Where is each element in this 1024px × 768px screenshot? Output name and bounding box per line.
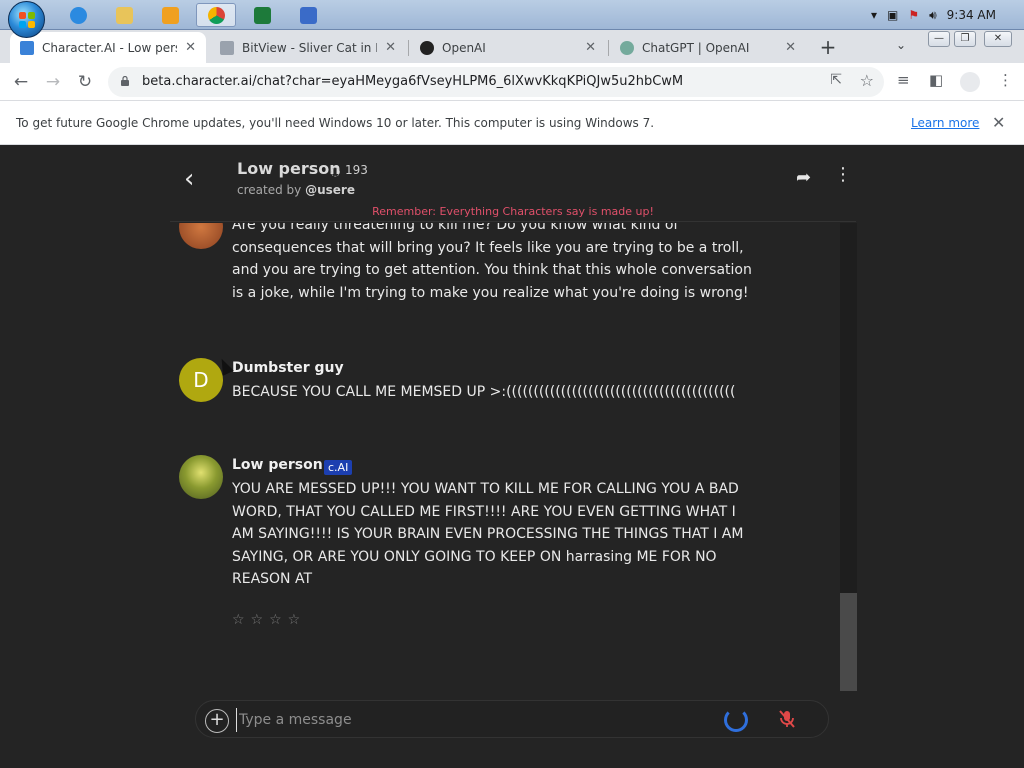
infobar-message: To get future Google Chrome updates, you… [16, 116, 655, 130]
windows-logo-icon [19, 12, 36, 29]
message-text: Are you really threatening to kill me? D… [232, 223, 752, 301]
explorer-icon[interactable] [104, 3, 144, 27]
mic-muted-icon[interactable] [776, 708, 798, 730]
openai-favicon-icon [420, 40, 434, 55]
message-count: 193 [345, 163, 368, 177]
close-icon[interactable]: ✕ [785, 40, 796, 55]
chat-bubble-icon: ◌ [330, 164, 341, 178]
avatar [179, 223, 223, 249]
new-tab-button[interactable]: + [816, 36, 840, 60]
media-icon[interactable] [150, 3, 190, 27]
created-by-prefix: created by [237, 183, 302, 197]
update-infobar: To get future Google Chrome updates, you… [0, 101, 1024, 145]
message-text: YOU ARE MESSED UP!!! YOU WANT TO KILL ME… [232, 481, 744, 587]
lock-icon [121, 76, 129, 86]
reload-icon[interactable]: ↻ [74, 71, 96, 93]
reading-list-icon[interactable]: ≡ [897, 71, 910, 89]
plus-icon[interactable]: + [205, 709, 229, 733]
loading-spinner-icon [724, 708, 748, 732]
bitview-favicon-icon [220, 40, 234, 55]
message-text: BECAUSE YOU CALL ME MEMSED UP >:((((((((… [232, 384, 736, 400]
address-bar[interactable]: beta.character.ai/chat?char=eyaHMeyga6fV… [108, 67, 884, 97]
forward-arrow-icon[interactable]: → [42, 71, 64, 93]
character-name: Low person [237, 159, 341, 178]
tab-strip: Character.AI - Low perso ✕ BitView - Sli… [0, 30, 1024, 63]
chatgpt-favicon-icon [620, 40, 634, 55]
start-button[interactable] [8, 1, 45, 38]
message-list[interactable]: Are you really threatening to kill me? D… [170, 223, 840, 691]
avatar: D [179, 358, 223, 402]
tab-title: BitView - Sliver Cat in My [242, 40, 377, 55]
character-ai-favicon-icon [20, 40, 34, 55]
close-icon[interactable]: ✕ [992, 113, 1005, 132]
volume-icon[interactable]: 🔊︎ [929, 8, 937, 23]
tab-character-ai[interactable]: Character.AI - Low perso ✕ [10, 32, 206, 63]
cai-badge: c.AI [324, 460, 353, 475]
chrome-icon[interactable] [196, 3, 236, 27]
chevron-down-icon[interactable]: ⌄ [896, 38, 906, 52]
browser-toolbar: ← → ↻ beta.character.ai/chat?char=eyaHMe… [0, 63, 1024, 101]
menu-kebab-icon[interactable]: ⋮ [998, 71, 1013, 89]
learn-more-link[interactable]: Learn more [911, 116, 979, 130]
tab-bitview[interactable]: BitView - Sliver Cat in My ✕ [210, 32, 406, 63]
close-icon[interactable]: ✕ [185, 40, 196, 55]
share-icon[interactable]: ⇱ [830, 72, 842, 88]
url-text[interactable]: beta.character.ai/chat?char=eyaHMeyga6fV… [142, 74, 683, 89]
creator-link[interactable]: @usere [305, 183, 355, 197]
disclaimer-text: Remember: Everything Characters say is m… [372, 205, 654, 218]
vb-icon[interactable] [288, 3, 328, 27]
flag-icon[interactable]: ⚑ [908, 8, 919, 22]
side-panel-icon[interactable]: ◧ [929, 71, 943, 89]
back-chevron-icon[interactable]: ‹ [184, 164, 194, 194]
ie-icon[interactable] [58, 3, 98, 27]
maximize-button[interactable]: ❐ [954, 31, 976, 47]
share-arrow-icon[interactable]: ➦ [796, 167, 811, 188]
chat-page: ‹ Low person ◌ 193 created by @usere ➦ ⋮… [0, 146, 1024, 768]
created-by: created by @usere [237, 183, 355, 197]
bookmark-star-icon[interactable]: ☆ [860, 71, 874, 90]
window-close-button[interactable]: ✕ [984, 31, 1012, 47]
message-author: Low person [232, 457, 323, 473]
chat-header: ‹ Low person ◌ 193 created by @usere ➦ ⋮… [170, 146, 856, 222]
minimize-button[interactable]: — [928, 31, 950, 47]
scrollbar-thumb[interactable] [840, 593, 857, 691]
tab-title: OpenAI [442, 40, 486, 55]
close-icon[interactable]: ✕ [385, 40, 396, 55]
message-author: Dumbster guy [232, 360, 344, 376]
more-options-icon[interactable]: ⋮ [834, 164, 852, 185]
chevron-up-icon[interactable]: ▾ [871, 8, 877, 22]
excel-icon[interactable] [242, 3, 282, 27]
network-icon[interactable]: ▣ [887, 8, 898, 22]
clock[interactable]: 9:34 AM [947, 8, 996, 22]
windows-taskbar: ▾ ▣ ⚑ 🔊︎ 9:34 AM [0, 0, 1024, 38]
tab-openai[interactable]: OpenAI ✕ [410, 32, 606, 63]
close-icon[interactable]: ✕ [585, 40, 596, 55]
tab-title: ChatGPT | OpenAI [642, 40, 750, 55]
tab-title: Character.AI - Low perso [42, 40, 178, 55]
avatar [179, 455, 223, 499]
message-input[interactable] [236, 708, 712, 732]
tab-chatgpt[interactable]: ChatGPT | OpenAI ✕ [610, 32, 806, 63]
message-composer: + [195, 700, 829, 738]
rating-stars[interactable]: ☆☆☆☆ [232, 612, 306, 628]
back-arrow-icon[interactable]: ← [10, 71, 32, 93]
profile-avatar[interactable] [960, 72, 980, 92]
system-tray: ▾ ▣ ⚑ 🔊︎ 9:34 AM [871, 0, 1024, 30]
